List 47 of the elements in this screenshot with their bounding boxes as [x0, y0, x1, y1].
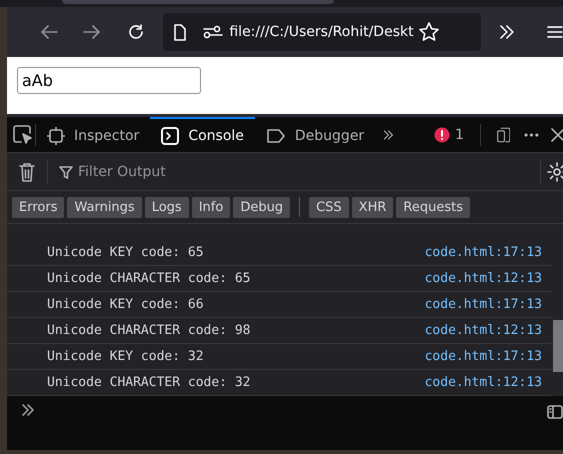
funnel-icon: [59, 164, 73, 178]
log-message: Unicode CHARACTER code: 65: [47, 271, 252, 286]
filter-toggle-button[interactable]: Errors: [12, 196, 64, 218]
devtools-tab[interactable]: Debugger: [254, 117, 376, 152]
source-link[interactable]: code.html:12:13: [424, 271, 542, 286]
filter-toggle-button[interactable]: Requests: [396, 196, 470, 218]
close-icon[interactable]: [550, 126, 563, 142]
crosshair-box-icon: [47, 126, 65, 144]
more-options-icon[interactable]: [524, 132, 539, 138]
log-message: Unicode CHARACTER code: 32: [47, 375, 252, 390]
filter-toggle-button[interactable]: Logs: [144, 196, 189, 218]
devtools-tab[interactable]: Inspector: [36, 117, 150, 152]
left-arrow-icon: [40, 24, 58, 40]
star-icon[interactable]: [418, 21, 440, 43]
filter-toggle-button[interactable]: Info: [192, 196, 230, 218]
error-count: 1: [455, 126, 464, 142]
source-link[interactable]: code.html:12:13: [424, 323, 542, 338]
cursor-icon: [13, 124, 34, 144]
settings-icon[interactable]: [547, 162, 563, 182]
log-message: Unicode KEY code: 65: [47, 245, 205, 260]
source-link[interactable]: code.html:17:13: [424, 245, 542, 260]
sidebar-toggle-icon[interactable]: [547, 404, 563, 420]
document-icon: [173, 24, 188, 40]
sliders-icon: [203, 25, 224, 39]
source-link[interactable]: code.html:17:13: [424, 349, 542, 364]
reload-icon: [126, 23, 145, 41]
trash-icon: [19, 162, 35, 182]
text-input[interactable]: aAb: [17, 67, 201, 94]
source-link[interactable]: code.html:12:13: [424, 375, 542, 390]
double-chevron-icon[interactable]: [499, 24, 516, 40]
filter-toggle-button[interactable]: XHR: [352, 196, 394, 218]
right-arrow-icon: [83, 24, 102, 40]
log-message: Unicode KEY code: 32: [47, 349, 205, 364]
menu-icon[interactable]: [547, 25, 563, 39]
filter-toggle-button[interactable]: Debug: [233, 196, 290, 218]
url-text: file:///C:/Users/Rohit/Deskt: [229, 24, 414, 40]
filter-toggle-button[interactable]: Warnings: [67, 196, 142, 218]
prompt-chevron-icon: [21, 404, 35, 416]
log-message: Unicode CHARACTER code: 98: [47, 323, 252, 338]
terminal-icon: [161, 126, 180, 144]
log-message: Unicode KEY code: 66: [47, 297, 205, 312]
address-bar[interactable]: file:///C:/Users/Rohit/Deskt: [163, 13, 482, 51]
error-icon: [434, 126, 450, 142]
filter-field[interactable]: Filter Output: [78, 164, 540, 180]
filter-toggle-button[interactable]: CSS: [309, 196, 349, 218]
tag-icon: [266, 128, 286, 144]
source-link[interactable]: code.html:17:13: [424, 297, 542, 312]
